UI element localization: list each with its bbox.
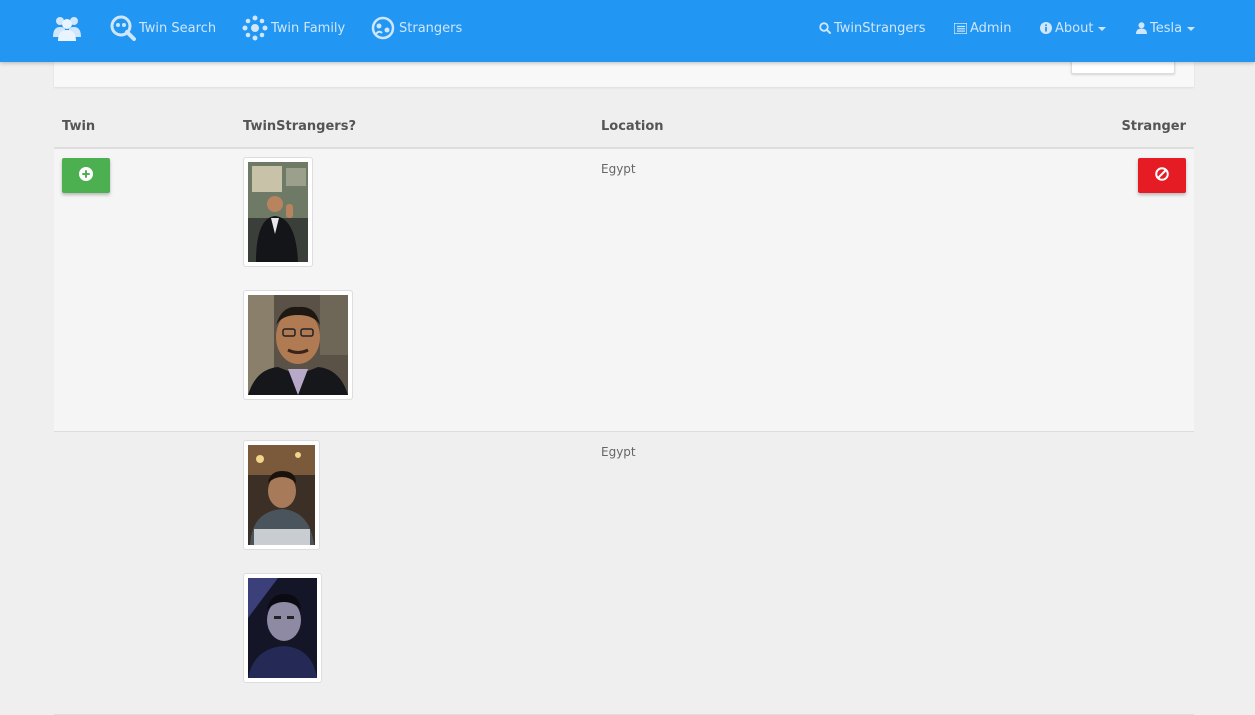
profile-photo[interactable] [243,440,320,550]
table-header: Twin TwinStrangers? Location Stranger [54,107,1194,149]
nav-strangers[interactable]: Strangers [371,0,462,56]
list-icon [954,22,967,34]
nav-twin-search[interactable]: Twin Search [110,0,216,56]
header-twin: Twin [62,119,96,134]
table-row: Egypt [54,432,1194,715]
nav-user-dropdown[interactable]: Tesla [1136,0,1196,56]
profile-photo[interactable] [243,573,322,683]
caret-down-icon [1187,27,1196,31]
user-icon [1136,22,1147,34]
nav-about-dropdown[interactable]: About [1040,0,1107,56]
nav-strangers-label: Strangers [399,20,463,36]
twin-search-icon [110,15,136,41]
table-row: Egypt [54,149,1194,432]
home-logo[interactable] [53,0,81,56]
ban-icon [1155,166,1169,185]
header-location: Location [601,119,664,134]
location-value: Egypt [601,445,636,459]
strangers-icon [371,16,395,40]
nav-admin[interactable]: Admin [954,0,1011,56]
nav-user-label: Tesla [1150,20,1183,36]
nav-twinstrangers[interactable]: TwinStrangers [819,0,926,56]
nav-twin-search-label: Twin Search [139,20,217,36]
results-table: Twin TwinStrangers? Location Stranger Eg… [54,107,1194,715]
nav-about-label: About [1055,20,1094,36]
filter-panel [54,50,1194,87]
nav-twinstrangers-label: TwinStrangers [834,20,926,36]
caret-down-icon [1098,27,1107,31]
top-navbar: Twin Search Twin Family Strangers TwinSt… [0,0,1255,62]
profile-photo[interactable] [243,157,313,267]
search-icon [819,22,831,34]
header-twinstrangers: TwinStrangers? [243,119,356,134]
profile-photo[interactable] [243,290,353,400]
nav-twin-family-label: Twin Family [271,20,346,36]
nav-twin-family[interactable]: Twin Family [242,0,345,56]
mark-stranger-button[interactable] [1138,158,1186,193]
twin-family-icon [242,15,268,41]
users-icon [53,15,81,41]
plus-circle-icon [79,166,93,185]
header-stranger: Stranger [1121,119,1186,134]
add-twin-button[interactable] [62,158,110,193]
location-value: Egypt [601,162,636,176]
info-circle-icon [1040,22,1052,34]
nav-admin-label: Admin [970,20,1012,36]
